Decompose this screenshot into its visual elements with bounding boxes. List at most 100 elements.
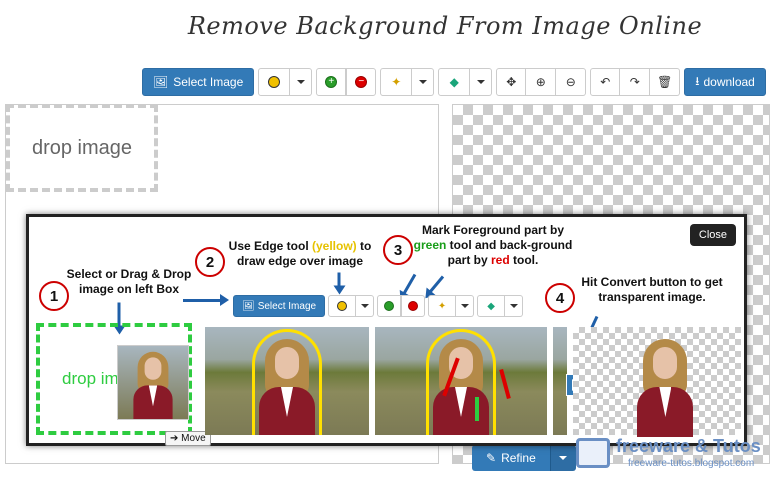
history-tool-group: ↶ ↷ 🗑 [590,68,681,96]
page: Remove Background From Image Online 🖼 Se… [0,0,770,479]
watermark-logo-icon [576,438,610,468]
mini-wand-group: ✦ [428,295,475,317]
editor-toolbar: 🖼 Select Image + − ✦ ◆ ✥ ⊕ ⊖ ↶ ↷ 🗑 ⭳ dow… [142,68,766,96]
mini-background-button [401,295,426,317]
caret-down-icon [559,456,568,460]
step-2-text: Use Edge tool (yellow) to draw edge over… [228,239,372,268]
magic-wand-button[interactable]: ✦ [380,68,413,96]
dragged-thumbnail [117,345,189,420]
caret-down-icon [509,304,518,308]
arrow-icon [183,294,229,306]
move-icon: ✥ [506,75,517,89]
step-4-badge: 4 [545,283,575,313]
page-title: Remove Background From Image Online [187,12,703,40]
mini-edge-group [328,295,375,317]
view-tool-group: ✥ ⊕ ⊖ [496,68,587,96]
move-tooltip: ➔ Move [165,431,211,446]
mini-eraser-group: ◆ [477,295,524,317]
edge-tool-dropdown[interactable] [290,68,313,96]
eraser-button[interactable]: ◆ [438,68,471,96]
tutorial-overlay: Close 1 Select or Drag & Drop image on l… [26,214,747,446]
step-2-photo [205,327,369,435]
select-image-button[interactable]: 🖼 Select Image [142,68,255,96]
eraser-icon: ◆ [449,75,459,89]
refine-label: Refine [501,451,536,465]
mini-edge-button [328,295,357,317]
caret-down-icon [476,80,485,84]
move-button[interactable]: ✥ [496,68,527,96]
edge-tool-group [258,68,313,96]
drop-label: drop image [31,136,133,159]
transparent-result [573,327,741,437]
download-button[interactable]: ⭳ download [684,68,766,96]
foreground-tool-button[interactable]: + [316,68,347,96]
undo-button[interactable]: ↶ [590,68,621,96]
minus-icon [408,301,419,311]
eraser-dropdown[interactable] [470,68,493,96]
step-2-badge: 2 [195,247,225,277]
mark-tool-group: + − [316,68,377,96]
trash-icon: 🗑 [657,75,673,89]
background-stroke [499,368,511,400]
redo-button[interactable]: ↷ [620,68,651,96]
arrow-icon [427,275,445,295]
drop-zone[interactable]: drop image [6,104,158,192]
mini-wand-dropdown [456,295,475,317]
yellow-circle-icon [268,76,281,88]
download-icon: ⭳ [695,73,700,88]
step-3-text: Mark Foreground part by green tool and b… [413,223,573,267]
eraser-tool-group: ◆ [438,68,493,96]
magic-wand-icon: ✦ [437,300,447,312]
mini-mark-group [377,295,426,317]
edge-tool-button[interactable] [258,68,291,96]
photo-subject [133,349,173,419]
watermark: freeware & Tutos freeware-tutos.blogspot… [576,436,766,476]
zoom-in-button[interactable]: ⊕ [526,68,557,96]
step-4-text: Hit Convert button to get transparent im… [581,275,723,304]
step-3-badge: 3 [383,235,413,265]
caret-down-icon [460,304,469,308]
background-tool-button[interactable]: − [346,68,377,96]
zoom-out-button[interactable]: ⊖ [556,68,587,96]
refine-button[interactable]: ✎ Refine [472,445,550,471]
undo-icon: ↶ [600,75,611,89]
yellow-circle-icon [337,301,348,311]
photo-subject [433,335,489,435]
refine-dropdown[interactable] [549,445,576,471]
image-icon: 🖼 [153,75,169,89]
delete-button[interactable]: 🗑 [650,68,681,96]
caret-down-icon [360,304,369,308]
watermark-title: freeware & Tutos [616,436,761,456]
plus-icon [384,301,395,311]
mini-select-image-label: Select Image [257,300,317,312]
redo-icon: ↷ [629,75,640,89]
mini-edge-dropdown [356,295,375,317]
zoom-out-icon: ⊖ [565,75,576,89]
watermark-url: freeware-tutos.blogspot.com [628,458,755,469]
zoom-in-icon: ⊕ [535,75,546,89]
arrow-icon [337,272,341,289]
mini-eraser-button: ◆ [477,295,506,317]
step-3-photo [375,327,547,435]
mini-eraser-dropdown [505,295,524,317]
minus-icon: − [355,76,368,88]
step-1-text: Select or Drag & Drop image on left Box [66,267,192,296]
select-image-label: Select Image [173,75,244,89]
foreground-stroke [475,397,479,421]
magic-wand-dropdown[interactable] [412,68,435,96]
arrow-icon [401,273,417,297]
plus-icon: + [325,76,338,88]
step-4-photo-edge [553,327,567,435]
photo-subject [637,335,694,437]
mini-foreground-button [377,295,402,317]
image-icon: 🖼 [242,300,255,312]
magic-wand-icon: ✦ [391,75,402,89]
edit-icon: ✎ [486,451,497,465]
eraser-icon: ◆ [487,300,495,312]
refine-button-group: ✎ Refine [472,445,576,471]
photo-subject [259,335,315,435]
caret-down-icon [296,80,305,84]
mini-wand-button: ✦ [428,295,457,317]
close-button[interactable]: Close [689,224,736,246]
wand-tool-group: ✦ [380,68,435,96]
